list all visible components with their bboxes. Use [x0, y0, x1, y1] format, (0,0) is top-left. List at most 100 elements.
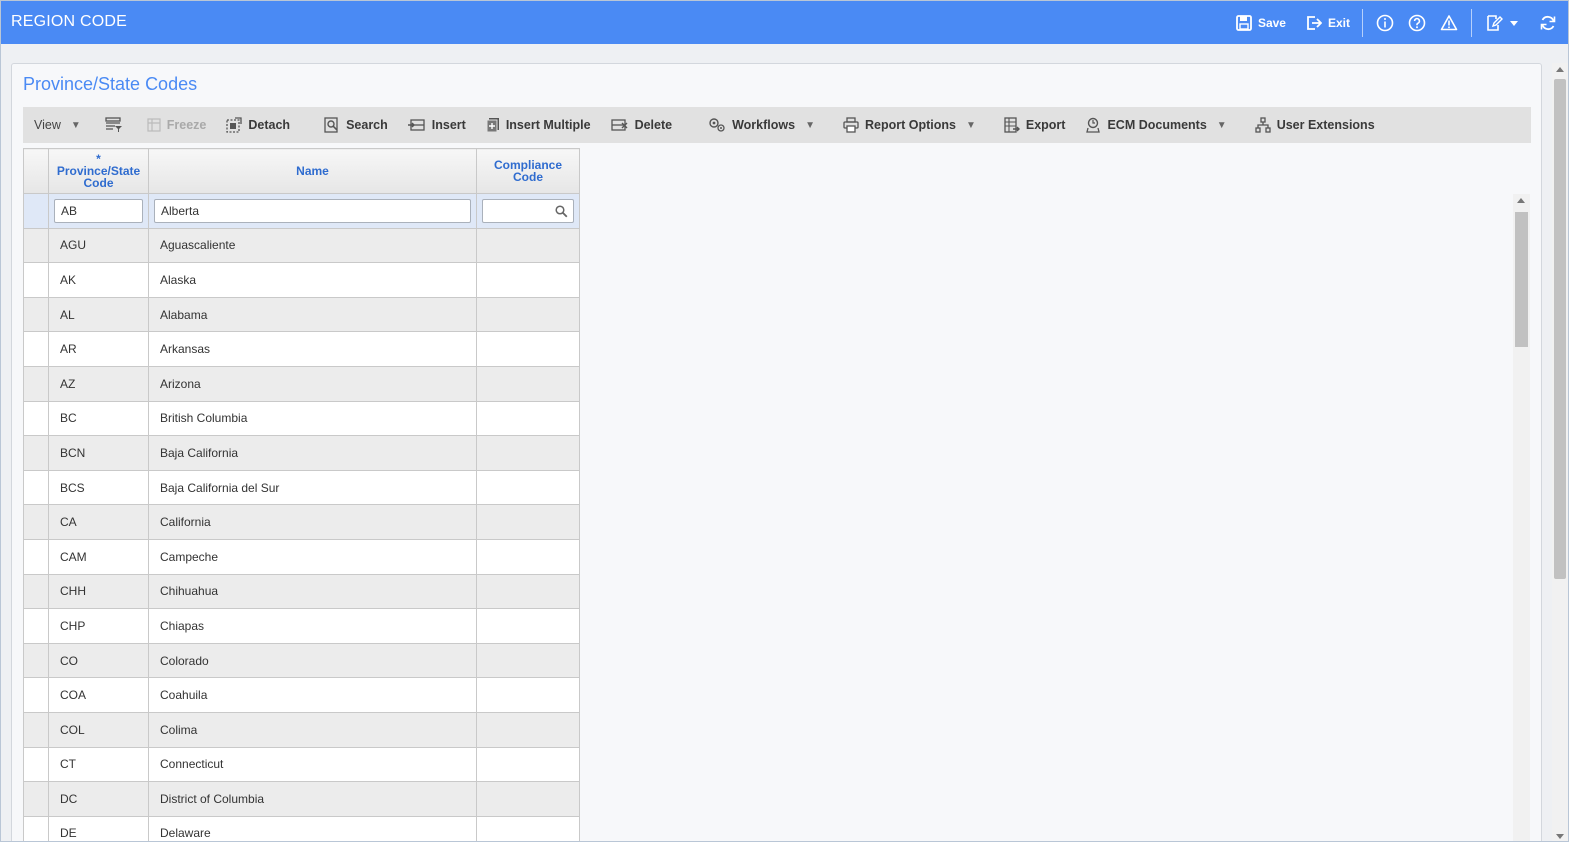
scroll-up-icon[interactable]: [1556, 67, 1564, 72]
search-button[interactable]: Search: [314, 107, 398, 143]
info-icon[interactable]: [1375, 13, 1395, 33]
code-cell[interactable]: CHP: [48, 608, 149, 644]
detach-button[interactable]: Detach: [216, 107, 300, 143]
table-row[interactable]: BCN Baja California: [23, 435, 580, 471]
name-cell[interactable]: Arizona: [148, 365, 477, 402]
row-selector[interactable]: [23, 262, 49, 298]
name-cell[interactable]: Baja California: [148, 435, 477, 471]
row-selector[interactable]: [23, 400, 49, 437]
compliance-cell[interactable]: [476, 677, 580, 713]
exit-button[interactable]: Exit: [1306, 15, 1350, 31]
table-row[interactable]: AK Alaska: [23, 262, 580, 298]
scrollbar-thumb[interactable]: [1515, 212, 1528, 347]
code-cell[interactable]: DC: [48, 781, 149, 817]
row-selector[interactable]: [23, 365, 49, 402]
code-cell[interactable]: CA: [48, 504, 149, 540]
page-scrollbar[interactable]: [1552, 63, 1568, 841]
compliance-cell[interactable]: [476, 435, 580, 471]
code-cell[interactable]: CT: [48, 746, 149, 783]
name-cell[interactable]: Alaska: [148, 262, 477, 298]
search-icon[interactable]: [555, 205, 568, 218]
code-cell[interactable]: CO: [48, 642, 149, 679]
compliance-cell[interactable]: [476, 781, 580, 817]
name-cell[interactable]: Baja California del Sur: [148, 469, 477, 506]
table-row[interactable]: CO Colorado: [23, 642, 580, 679]
row-selector[interactable]: [23, 538, 49, 575]
row-selector[interactable]: [23, 746, 49, 783]
code-cell[interactable]: AK: [48, 262, 149, 298]
row-selector[interactable]: [23, 227, 49, 264]
table-row[interactable]: COL Colima: [23, 711, 580, 748]
name-cell[interactable]: Coahuila: [148, 677, 477, 713]
user-extensions-button[interactable]: User Extensions: [1245, 107, 1385, 143]
compliance-cell[interactable]: [476, 365, 580, 402]
help-icon[interactable]: [1407, 13, 1427, 33]
name-input[interactable]: [154, 198, 471, 223]
code-cell[interactable]: COL: [48, 711, 149, 748]
table-row[interactable]: DC District of Columbia: [23, 781, 580, 817]
name-cell[interactable]: California: [148, 504, 477, 540]
compliance-cell[interactable]: [476, 504, 580, 540]
code-cell[interactable]: BCN: [48, 435, 149, 471]
workflows-dropdown-icon[interactable]: ▼: [805, 120, 823, 131]
table-row[interactable]: CT Connecticut: [23, 746, 580, 783]
code-cell[interactable]: DE: [48, 815, 149, 841]
name-cell[interactable]: Colorado: [148, 642, 477, 679]
table-row[interactable]: AL Alabama: [23, 296, 580, 333]
name-cell[interactable]: Arkansas: [148, 331, 477, 367]
row-selector[interactable]: [23, 573, 49, 610]
scroll-down-icon[interactable]: [1556, 834, 1564, 839]
compliance-cell[interactable]: [476, 227, 580, 264]
name-cell[interactable]: Aguascaliente: [148, 227, 477, 264]
code-cell[interactable]: BCS: [48, 469, 149, 506]
table-row[interactable]: AR Arkansas: [23, 331, 580, 367]
chevron-down-icon[interactable]: [1504, 13, 1524, 33]
report-options-button[interactable]: Report Options: [833, 107, 966, 143]
workflows-button[interactable]: Workflows: [698, 107, 805, 143]
name-cell[interactable]: Chiapas: [148, 608, 477, 644]
name-cell[interactable]: Connecticut: [148, 746, 477, 783]
code-cell[interactable]: AZ: [48, 365, 149, 402]
compliance-cell[interactable]: [476, 400, 580, 437]
row-selector[interactable]: [23, 193, 49, 229]
delete-button[interactable]: Delete: [601, 107, 683, 143]
report-options-dropdown-icon[interactable]: ▼: [966, 120, 984, 131]
row-selector[interactable]: [23, 469, 49, 506]
compliance-cell[interactable]: [476, 538, 580, 575]
table-row[interactable]: BC British Columbia: [23, 400, 580, 437]
code-cell[interactable]: AR: [48, 331, 149, 367]
row-selector[interactable]: [23, 815, 49, 841]
table-row[interactable]: AZ Arizona: [23, 365, 580, 402]
warning-icon[interactable]: [1439, 13, 1459, 33]
name-cell[interactable]: Colima: [148, 711, 477, 748]
row-selector[interactable]: [23, 642, 49, 679]
table-row[interactable]: COA Coahuila: [23, 677, 580, 713]
row-selector[interactable]: [23, 435, 49, 471]
table-row[interactable]: BCS Baja California del Sur: [23, 469, 580, 506]
code-cell[interactable]: COA: [48, 677, 149, 713]
row-selector[interactable]: [23, 711, 49, 748]
compliance-cell[interactable]: [476, 642, 580, 679]
compliance-cell[interactable]: [476, 815, 580, 841]
code-cell[interactable]: CHH: [48, 573, 149, 610]
ecm-documents-button[interactable]: ECM Documents: [1075, 107, 1216, 143]
column-header-name[interactable]: Name: [148, 148, 477, 194]
row-selector[interactable]: [23, 296, 49, 333]
column-header-compliance[interactable]: Compliance Code: [476, 148, 580, 194]
compliance-cell[interactable]: [476, 469, 580, 506]
table-row[interactable]: AGU Aguascaliente: [23, 227, 580, 264]
compliance-cell[interactable]: [476, 331, 580, 367]
row-selector[interactable]: [23, 677, 49, 713]
compliance-cell[interactable]: [476, 296, 580, 333]
table-row[interactable]: CHH Chihuahua: [23, 573, 580, 610]
insert-multiple-button[interactable]: Insert Multiple: [476, 107, 601, 143]
refresh-icon[interactable]: [1538, 13, 1558, 33]
name-cell[interactable]: Alabama: [148, 296, 477, 333]
compliance-cell[interactable]: [476, 573, 580, 610]
table-row[interactable]: CA California: [23, 504, 580, 540]
code-cell[interactable]: CAM: [48, 538, 149, 575]
name-cell[interactable]: Campeche: [148, 538, 477, 575]
code-input[interactable]: [54, 198, 143, 223]
table-row[interactable]: CAM Campeche: [23, 538, 580, 575]
name-cell[interactable]: Delaware: [148, 815, 477, 841]
